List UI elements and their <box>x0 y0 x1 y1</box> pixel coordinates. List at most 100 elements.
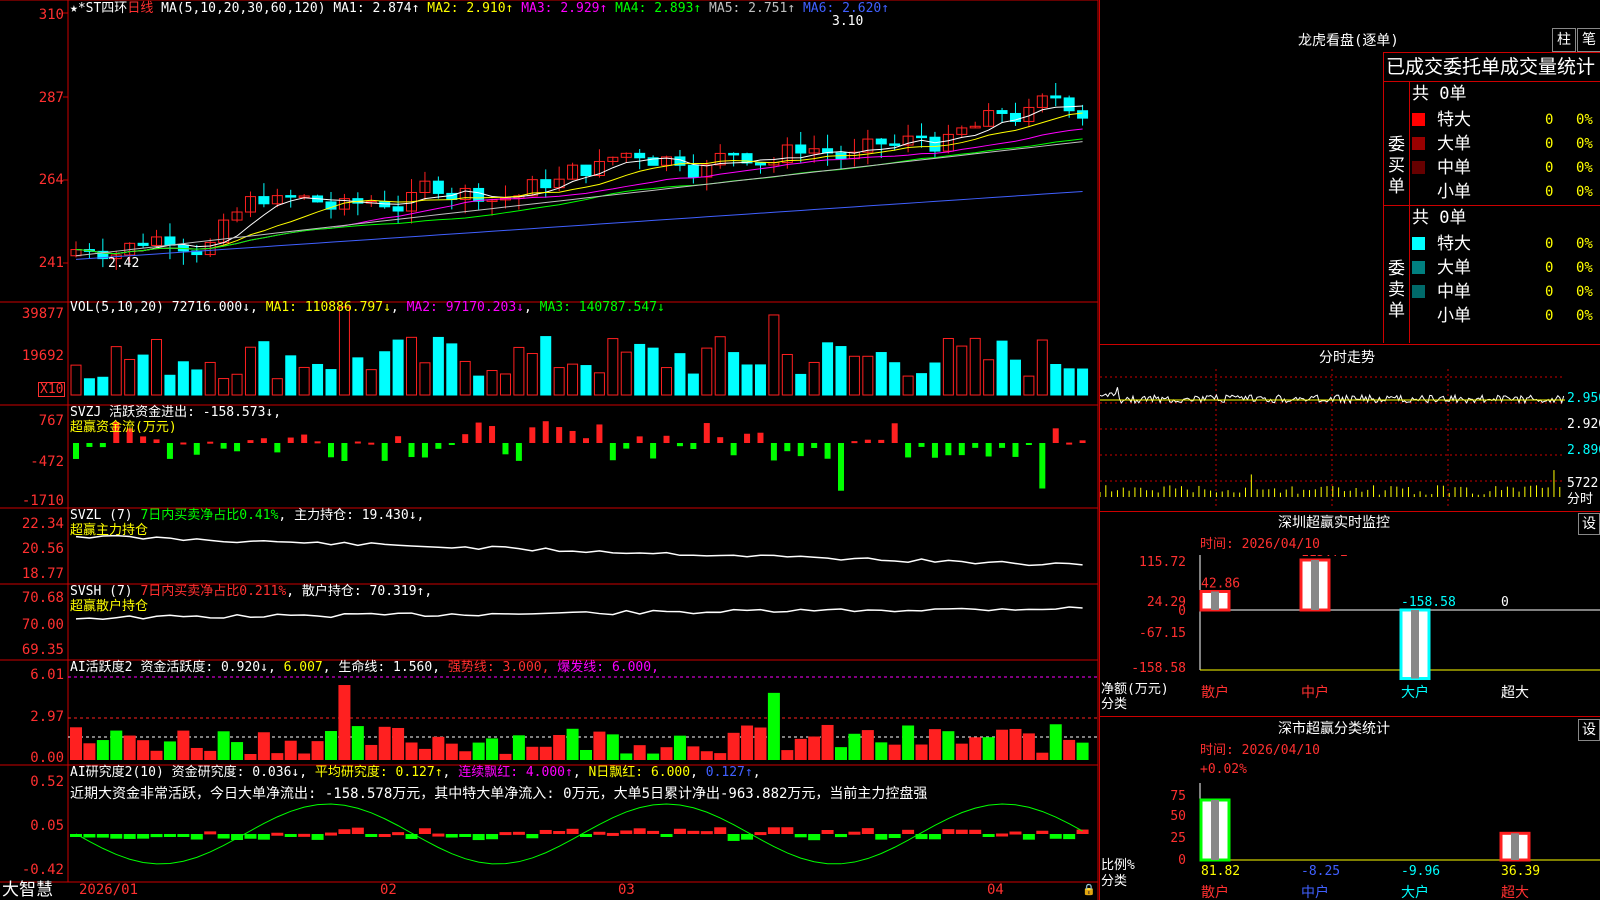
buy-row-super[interactable]: 特大 0 0% <box>1412 108 1600 130</box>
row-label: 小单 <box>1437 182 1471 202</box>
research-bar <box>432 833 445 837</box>
candle-body <box>929 136 941 152</box>
candle-body <box>875 138 887 145</box>
main-holding-tick: 18.77 <box>21 566 64 582</box>
volume-bar <box>902 375 914 396</box>
volume-bar <box>325 369 337 396</box>
activity-bar <box>445 743 458 760</box>
research-bar <box>955 829 968 834</box>
research-bar <box>848 831 861 835</box>
activity-peak: 6.007 <box>283 660 323 675</box>
ma2-value: MA2: 2.910↑ <box>427 1 514 16</box>
activity-bar <box>231 742 244 760</box>
volume-bar <box>862 355 874 396</box>
ss-y-tick: 50 <box>1170 809 1186 824</box>
activity-bar <box>459 751 472 760</box>
candle-body <box>754 162 766 166</box>
activity-bar <box>177 730 190 760</box>
activity-tick: 6.01 <box>30 667 64 683</box>
volume-bar <box>352 357 364 396</box>
stock-name[interactable]: ★*ST四环 <box>70 1 127 16</box>
candle-body <box>1063 97 1075 112</box>
ss-category-label: 中户 <box>1301 884 1329 900</box>
flow-bar <box>609 443 616 461</box>
flow-bar <box>730 443 737 456</box>
sell-row-super[interactable]: 特大 0 0% <box>1412 232 1600 254</box>
sell-row-small[interactable]: 小单 0 0% <box>1412 304 1600 326</box>
ss-settings-button[interactable]: 设 <box>1578 719 1600 741</box>
volume-bar <box>499 373 511 396</box>
research-bar <box>163 834 176 837</box>
retail-holding-subtitle: 超赢散户持仓 <box>70 599 149 614</box>
lock-icon[interactable]: 🔒 <box>1082 882 1096 898</box>
volume-bar <box>620 351 632 396</box>
research-bar <box>821 829 834 834</box>
x-axis-label: 03 <box>618 882 635 898</box>
candle-body <box>164 236 176 246</box>
activity-bar <box>741 725 754 760</box>
sz-y-axis-label: 净额(万元) <box>1101 682 1169 697</box>
flow-bar <box>368 442 375 445</box>
volume-bar <box>204 361 216 396</box>
activity-bar <box>982 737 995 760</box>
main-chart-header: ★*ST四环日线 MA(5,10,20,30,60,120) MA1: 2.87… <box>70 1 889 17</box>
flow-bar <box>542 421 549 443</box>
flow-bar <box>220 443 227 449</box>
volume-bar <box>741 364 753 396</box>
research-bar <box>553 831 566 835</box>
activity-bar <box>298 753 311 760</box>
activity-bar <box>821 724 834 760</box>
ss-category-label: 大户 <box>1401 884 1429 900</box>
activity-tick: 0.00 <box>30 750 64 766</box>
main-holding-line <box>75 534 1083 567</box>
buy-row-small[interactable]: 小单 0 0% <box>1412 180 1600 202</box>
activity-bar <box>1063 739 1076 760</box>
sz-bar-shade <box>1311 560 1319 610</box>
flow-bar <box>341 443 348 461</box>
sz-net-amount-chart[interactable]: 115.7224.290-67.15-158.5842.86散户115.72中户… <box>1100 555 1600 715</box>
sz-settings-button[interactable]: 设 <box>1578 513 1600 535</box>
intraday-tick: 2.950 <box>1567 391 1600 406</box>
research-bar <box>1036 830 1049 834</box>
row-pct: 0% <box>1576 284 1593 300</box>
row-label: 中单 <box>1437 158 1471 178</box>
activity-bar <box>311 741 324 760</box>
volume-bar <box>567 363 579 396</box>
volume-bar <box>714 336 726 396</box>
tab-tick-detail[interactable]: 笔 <box>1577 28 1600 52</box>
intraday-chart[interactable] <box>1100 369 1600 509</box>
flow-tick: -472 <box>30 454 64 470</box>
buy-row-large[interactable]: 大单 0 0% <box>1412 132 1600 154</box>
volume-bar <box>298 366 310 396</box>
ss-ratio-chart[interactable]: 75 50 25 0 81.82 散户 -8.25 中户 -9.96 大户 36.39 超大 <box>1100 775 1600 900</box>
tab-bar-chart[interactable]: 柱 <box>1552 28 1576 52</box>
activity-bar <box>486 738 499 760</box>
volume-bar <box>365 369 377 396</box>
ai-activity-header: AI活跃度2 资金活跃度: 0.920↓, 6.007, 生命线: 1.560,… <box>70 660 659 675</box>
activity-bar <box>204 750 217 760</box>
research-bar <box>123 834 136 839</box>
research-bar <box>808 834 821 841</box>
candle-body <box>137 242 149 246</box>
activity-bar <box>808 736 821 760</box>
volume-bar <box>312 363 324 396</box>
ai-research-header: AI研究度2(10) 资金研究度: 0.036↓, 平均研究度: 0.127↑,… <box>70 765 761 780</box>
flow-bar <box>864 439 871 443</box>
chart-period[interactable]: 日线 <box>127 1 153 16</box>
research-bar <box>405 834 418 839</box>
buy-row-medium[interactable]: 中单 0 0% <box>1412 156 1600 178</box>
research-bar <box>257 834 270 840</box>
volume-value: 72716.000↓ <box>171 300 251 315</box>
volume-bar <box>634 343 646 396</box>
volume-bar <box>754 364 766 396</box>
research-tick: 0.05 <box>30 818 64 834</box>
research-bar <box>727 834 740 841</box>
flow-bar <box>824 443 831 459</box>
sell-row-large[interactable]: 大单 0 0% <box>1412 256 1600 278</box>
sell-row-medium[interactable]: 中单 0 0% <box>1412 280 1600 302</box>
volume-bar <box>164 374 176 396</box>
volume-bar <box>392 339 404 396</box>
candle-body <box>687 164 699 178</box>
buy-orders-label: 委买单 <box>1388 135 1405 197</box>
activity-bar <box>915 744 928 760</box>
